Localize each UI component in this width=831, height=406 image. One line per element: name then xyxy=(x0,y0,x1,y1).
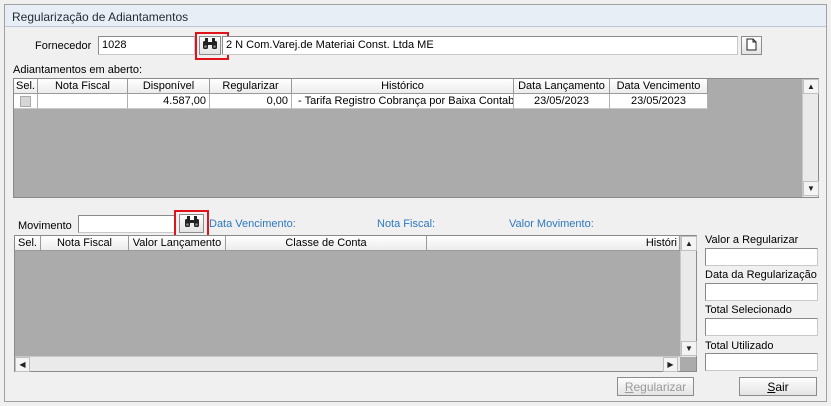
col-disponivel[interactable]: Disponível xyxy=(128,79,210,94)
scroll-up-arrow-icon[interactable]: ▲ xyxy=(803,79,819,94)
cell-data-lancamento: 23/05/2023 xyxy=(514,94,610,109)
scroll-down-arrow-icon[interactable]: ▼ xyxy=(681,341,697,356)
scroll-right-arrow-icon[interactable]: ▶ xyxy=(663,357,678,372)
col-historico[interactable]: Histórico xyxy=(292,79,514,94)
binoculars-icon xyxy=(184,216,200,231)
movimento-label: Movimento xyxy=(18,220,72,232)
fornecedor-search-button[interactable] xyxy=(199,36,221,55)
cell-data-vencimento: 23/05/2023 xyxy=(610,94,708,109)
col-data-lancamento[interactable]: Data Lançamento xyxy=(514,79,610,94)
adiantamentos-vscrollbar[interactable]: ▲ ▼ xyxy=(802,79,819,197)
fornecedor-name-field: 2 N Com.Varej.de Materiai Const. Ltda ME xyxy=(222,36,738,55)
cell-regularizar[interactable]: 0,00 xyxy=(210,94,292,109)
mov-col-nota-fiscal[interactable]: Nota Fiscal xyxy=(41,236,129,251)
cell-nota-fiscal xyxy=(38,94,128,109)
total-utilizado-field[interactable] xyxy=(705,353,818,371)
sair-button[interactable]: Sair xyxy=(739,377,817,396)
window-title: Regularização de Adiantamentos xyxy=(5,5,826,27)
scroll-left-arrow-icon[interactable]: ◀ xyxy=(15,357,30,372)
mov-col-valor-lancamento[interactable]: Valor Lançamento xyxy=(129,236,226,251)
total-selecionado-label: Total Selecionado xyxy=(705,304,792,316)
regularizar-button[interactable]: Regularizar xyxy=(617,377,694,396)
col-regularizar[interactable]: Regularizar xyxy=(210,79,292,94)
regularizar-accel: R xyxy=(624,379,634,394)
valor-regularizar-field[interactable] xyxy=(705,248,818,266)
col-sel[interactable]: Sel. xyxy=(14,79,38,94)
adiantamentos-label: Adiantamentos em aberto: xyxy=(13,64,143,76)
movimento-input[interactable] xyxy=(78,215,176,233)
data-vencimento-label: Data Vencimento: xyxy=(209,218,296,230)
row-select-checkbox[interactable] xyxy=(20,95,31,107)
new-document-button[interactable] xyxy=(741,36,762,55)
scroll-up-arrow-icon[interactable]: ▲ xyxy=(681,236,697,251)
movimento-vscrollbar[interactable]: ▲ ▼ xyxy=(680,236,697,357)
valor-regularizar-label: Valor a Regularizar xyxy=(705,234,799,246)
scroll-down-arrow-icon[interactable]: ▼ xyxy=(803,181,819,196)
valor-movimento-label: Valor Movimento: xyxy=(509,218,594,230)
movimento-search-button[interactable] xyxy=(179,214,204,233)
total-selecionado-field[interactable] xyxy=(705,318,818,336)
regularizar-label: egularizar xyxy=(633,379,687,394)
data-regularizacao-label: Data da Regularização xyxy=(705,269,817,281)
cell-disponivel: 4.587,00 xyxy=(128,94,210,109)
data-regularizacao-field[interactable] xyxy=(705,283,818,301)
sair-label: air xyxy=(775,379,789,394)
movimento-grid xyxy=(14,235,697,372)
fornecedor-label: Fornecedor xyxy=(35,40,92,52)
new-document-icon xyxy=(746,38,757,54)
movimento-hscrollbar[interactable]: ◀ ▶ xyxy=(15,356,680,372)
mov-col-classe-conta[interactable]: Classe de Conta xyxy=(226,236,427,251)
mov-col-historico[interactable]: Históri xyxy=(427,236,680,251)
sair-accel: S xyxy=(767,379,776,394)
mov-col-sel[interactable]: Sel. xyxy=(15,236,41,251)
binoculars-icon xyxy=(202,38,218,53)
cell-historico: - Tarifa Registro Cobrança por Baixa Con… xyxy=(292,94,514,109)
col-data-vencimento[interactable]: Data Vencimento xyxy=(610,79,708,94)
nota-fiscal-label: Nota Fiscal: xyxy=(377,218,436,230)
total-utilizado-label: Total Utilizado xyxy=(705,340,774,352)
col-nota-fiscal[interactable]: Nota Fiscal xyxy=(38,79,128,94)
fornecedor-code-input[interactable]: 1028 xyxy=(98,36,195,55)
